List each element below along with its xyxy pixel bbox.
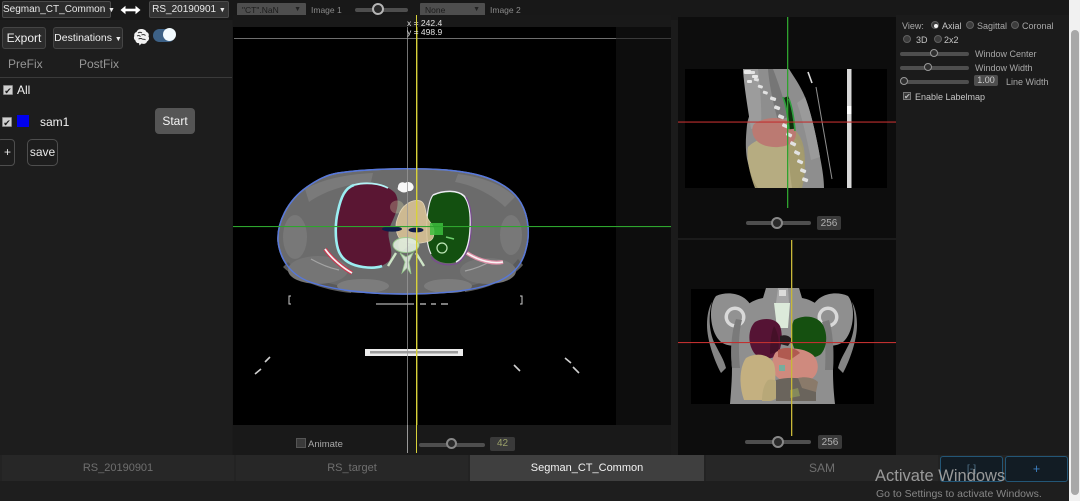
- svg-text:256: 256: [821, 218, 838, 229]
- svg-text:256: 256: [822, 437, 839, 448]
